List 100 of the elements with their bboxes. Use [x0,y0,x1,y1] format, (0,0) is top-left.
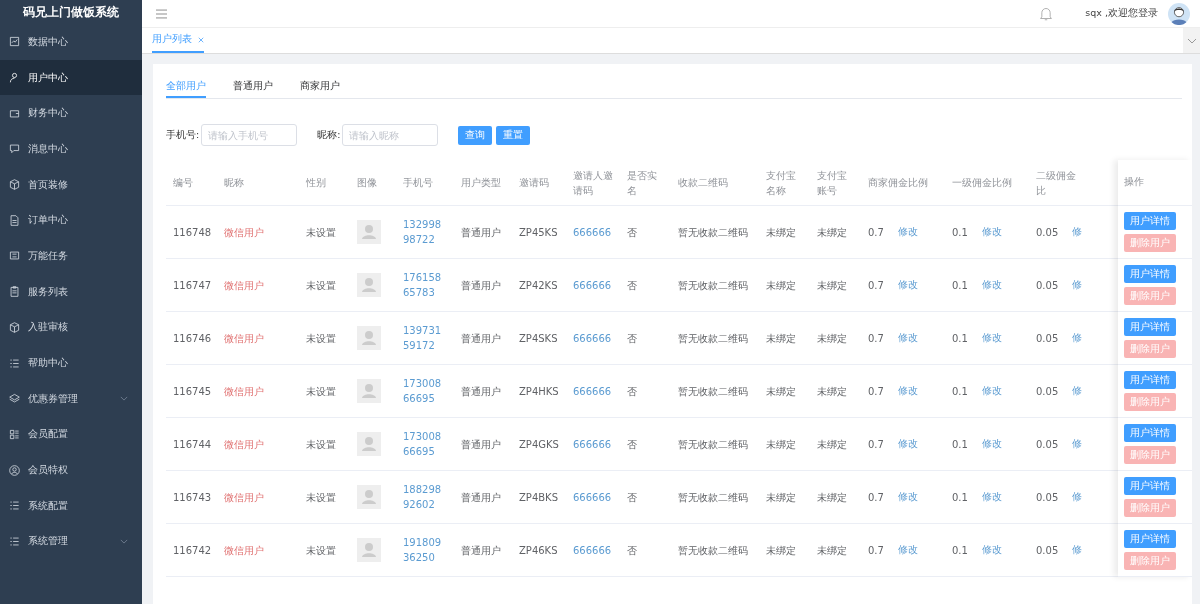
column-header: 支付宝账号 [816,168,848,198]
sidebar-item[interactable]: 优惠券管理 [0,380,142,417]
table-link[interactable]: 13299898722 [403,217,447,247]
delete-user-button[interactable]: 删除用户 [1124,393,1176,411]
bell-icon[interactable] [1039,6,1054,21]
user-type-tab[interactable]: 全部用户 [166,76,206,98]
table-cell-text: 未设置 [306,331,336,346]
edit-link[interactable]: 修改 [897,225,918,239]
table-cell-text: 微信用户 [224,384,264,399]
table-cell-text: 普通用户 [461,225,501,240]
table-cell-text: 0.05 [1036,278,1059,293]
user-details-button[interactable]: 用户详情 [1124,477,1176,495]
sidebar-item[interactable]: 万能任务 [0,238,142,274]
table-cell-text: ZP4BKS [519,490,558,505]
table-link[interactable]: 666666 [573,489,612,505]
table-link[interactable]: 666666 [573,224,612,240]
menu-icon[interactable] [156,8,167,19]
avatar-placeholder-icon [357,485,381,509]
delete-user-button[interactable]: 删除用户 [1124,340,1176,358]
table-cell-text: 未绑定 [766,331,796,346]
user-details-button[interactable]: 用户详情 [1124,318,1176,336]
filter-button[interactable]: 查询 [458,125,493,145]
sidebar-item[interactable]: 系统管理 [0,523,142,560]
table-cell-text: 0.1 [952,384,968,399]
edit-link[interactable]: 修改 [981,437,1002,451]
delete-user-button[interactable]: 删除用户 [1124,234,1176,252]
edit-link[interactable]: 修改 [897,331,918,345]
table-cell-text: 否 [627,437,637,452]
table-link[interactable]: 666666 [573,330,612,346]
menu-item-icon [9,357,20,369]
delete-user-button[interactable]: 删除用户 [1124,552,1176,570]
menu-item-icon [9,321,20,333]
table-link[interactable]: 666666 [573,383,612,399]
edit-link[interactable]: 修 [1072,437,1083,451]
menu-item-icon [9,428,20,440]
close-icon[interactable] [198,36,204,43]
sidebar-item[interactable]: 服务列表 [0,273,142,310]
table-cell-text: 116745 [173,384,212,399]
user-details-button[interactable]: 用户详情 [1124,424,1176,442]
menu-item-icon [9,250,20,262]
delete-user-button[interactable]: 删除用户 [1124,446,1176,464]
edit-link[interactable]: 修 [1072,543,1083,557]
sidebar-item[interactable]: 系统配置 [0,487,142,524]
sidebar-item[interactable]: 帮助中心 [0,345,142,381]
table-cell-text: 暂无收款二维码 [678,437,748,452]
table-link[interactable]: 666666 [573,542,612,558]
table-cell-text: 0.05 [1036,384,1059,399]
edit-link[interactable]: 修 [1072,490,1083,504]
edit-link[interactable]: 修 [1072,384,1083,398]
table-link[interactable]: 19180936250 [403,535,447,565]
table-cell-text: 未绑定 [817,278,847,293]
table-link[interactable]: 17300866695 [403,429,447,459]
edit-link[interactable]: 修 [1072,331,1083,345]
edit-link[interactable]: 修改 [981,384,1002,398]
table-link[interactable]: 13973159172 [403,323,447,353]
avatar-placeholder-icon [357,538,381,562]
delete-user-button[interactable]: 删除用户 [1124,499,1176,517]
table-link[interactable]: 18829892602 [403,482,447,512]
sidebar-item[interactable]: 用户中心 [0,59,142,96]
sidebar-item[interactable]: 财务中心 [0,95,142,132]
table-cell-text: 否 [627,490,637,505]
edit-link[interactable]: 修改 [897,384,918,398]
sidebar-item[interactable]: 会员特权 [0,452,142,488]
edit-link[interactable]: 修改 [981,225,1002,239]
menu-item-icon [9,179,20,191]
user-details-button[interactable]: 用户详情 [1124,371,1176,389]
filter-button[interactable]: 重置 [496,125,531,145]
edit-link[interactable]: 修改 [897,278,918,292]
table-link[interactable]: 17615865783 [403,270,447,300]
edit-link[interactable]: 修 [1072,278,1083,292]
column-header: 是否实名 [626,168,658,198]
user-details-button[interactable]: 用户详情 [1124,265,1176,283]
delete-user-button[interactable]: 删除用户 [1124,287,1176,305]
user-details-button[interactable]: 用户详情 [1124,212,1176,230]
table-link[interactable]: 17300866695 [403,376,447,406]
table-cell-text: 0.05 [1036,225,1059,240]
page-tab[interactable]: 用户列表 [152,28,204,53]
edit-link[interactable]: 修改 [897,490,918,504]
edit-link[interactable]: 修改 [981,543,1002,557]
table-link[interactable]: 666666 [573,436,612,452]
edit-link[interactable]: 修改 [981,331,1002,345]
sidebar-item[interactable]: 首页装修 [0,166,142,203]
sidebar-item[interactable]: 会员配置 [0,416,142,453]
edit-link[interactable]: 修改 [981,490,1002,504]
sidebar-item[interactable]: 订单中心 [0,202,142,239]
table-link[interactable]: 666666 [573,277,612,293]
edit-link[interactable]: 修改 [981,278,1002,292]
sidebar-item[interactable]: 消息中心 [0,131,142,167]
edit-link[interactable]: 修 [1072,225,1083,239]
user-type-tab[interactable]: 商家用户 [300,76,340,98]
edit-link[interactable]: 修改 [897,543,918,557]
sidebar-item[interactable]: 数据中心 [0,24,142,60]
sidebar-item[interactable]: 入驻审核 [0,309,142,346]
avatar-icon[interactable] [1168,2,1190,25]
user-type-tab[interactable]: 普通用户 [233,76,273,98]
user-details-button[interactable]: 用户详情 [1124,530,1176,548]
table-cell-text: 未绑定 [766,225,796,240]
edit-link[interactable]: 修改 [897,437,918,451]
table-cell-text: 普通用户 [461,437,501,452]
column-header: 一级佣金比例 [951,176,1013,190]
